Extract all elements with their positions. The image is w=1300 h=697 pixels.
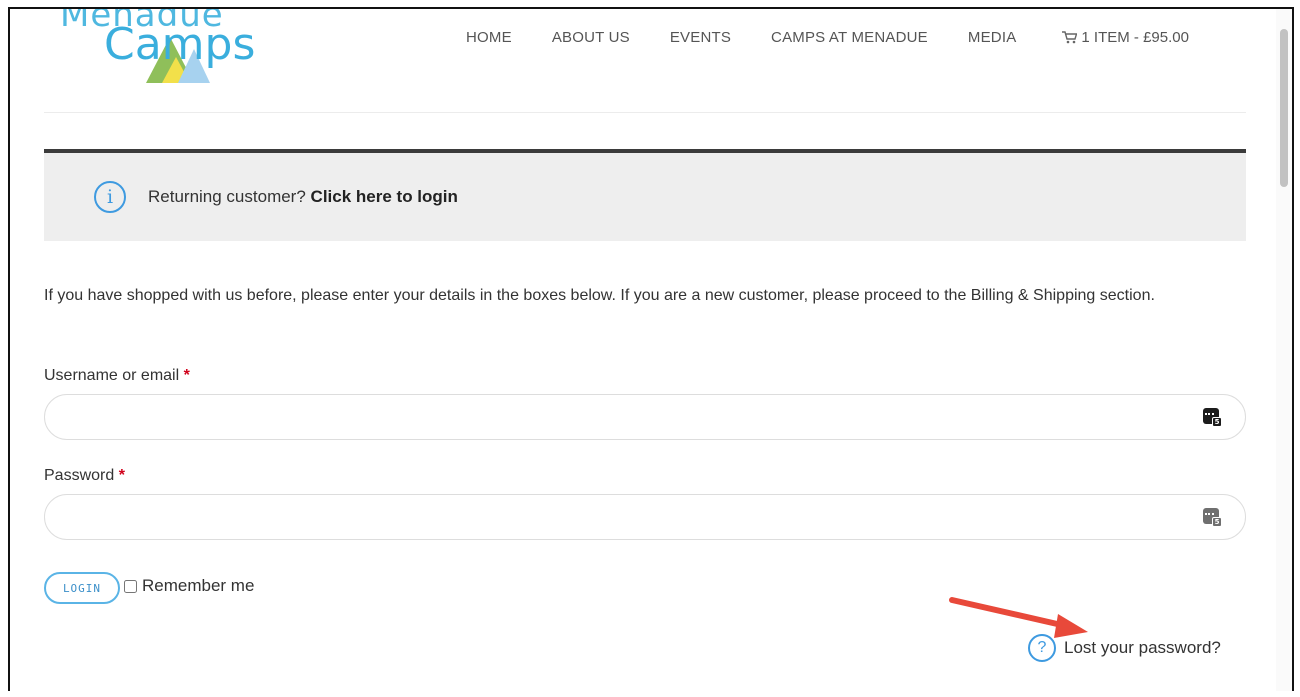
- info-circle-icon: i: [94, 181, 126, 213]
- required-marker: *: [118, 467, 125, 484]
- scrollbar-thumb[interactable]: [1280, 29, 1288, 187]
- password-field-wrapper: 5: [44, 494, 1246, 540]
- nav-media[interactable]: MEDIA: [948, 29, 1037, 46]
- site-logo[interactable]: Menadue Camps: [52, 9, 282, 91]
- login-toggle-link[interactable]: Click here to login: [311, 187, 458, 206]
- username-label-text: Username or email: [44, 367, 180, 384]
- header-divider: [44, 112, 1246, 113]
- notice-text: Returning customer? Click here to login: [148, 187, 458, 207]
- password-manager-icon[interactable]: 5: [1203, 408, 1222, 427]
- login-intro-text: If you have shopped with us before, plea…: [44, 287, 1155, 304]
- username-input[interactable]: [65, 395, 1185, 439]
- nav-about-us[interactable]: ABOUT US: [532, 29, 650, 46]
- username-field-wrapper: 5: [44, 394, 1246, 440]
- question-circle-icon: ?: [1028, 634, 1056, 662]
- logo-main-text: Camps: [104, 19, 256, 70]
- remember-me-checkbox[interactable]: [124, 579, 137, 593]
- remember-me-label: Remember me: [142, 576, 255, 595]
- nav-home[interactable]: HOME: [466, 29, 532, 46]
- lost-password-row: ? Lost your password?: [1028, 634, 1221, 662]
- nav-cart[interactable]: 1 ITEM - £95.00: [1036, 29, 1189, 46]
- password-input[interactable]: [65, 495, 1185, 539]
- remember-me[interactable]: Remember me: [124, 576, 254, 596]
- returning-customer-notice: i Returning customer? Click here to logi…: [44, 149, 1246, 241]
- nav-camps-at-menadue[interactable]: CAMPS AT MENADUE: [751, 29, 948, 46]
- password-manager-badge: 5: [1212, 417, 1222, 427]
- cart-label: 1 ITEM - £95.00: [1081, 29, 1189, 46]
- required-marker: *: [183, 367, 190, 384]
- password-label-text: Password: [44, 467, 115, 484]
- cart-icon: [1062, 31, 1078, 44]
- login-button[interactable]: LOGIN: [44, 572, 120, 604]
- lost-password-link[interactable]: Lost your password?: [1064, 638, 1221, 658]
- main-nav: HOME ABOUT US EVENTS CAMPS AT MENADUE ME…: [466, 29, 1189, 46]
- nav-events[interactable]: EVENTS: [650, 29, 751, 46]
- browser-frame: Menadue Camps HOME ABOUT US EVENTS CAMPS…: [8, 7, 1294, 691]
- password-manager-badge: 5: [1212, 517, 1222, 527]
- page-scrollbar[interactable]: [1276, 9, 1292, 691]
- username-label: Username or email *: [44, 367, 190, 385]
- password-label: Password *: [44, 467, 125, 485]
- notice-message: Returning customer?: [148, 187, 306, 206]
- password-manager-icon[interactable]: 5: [1203, 508, 1222, 527]
